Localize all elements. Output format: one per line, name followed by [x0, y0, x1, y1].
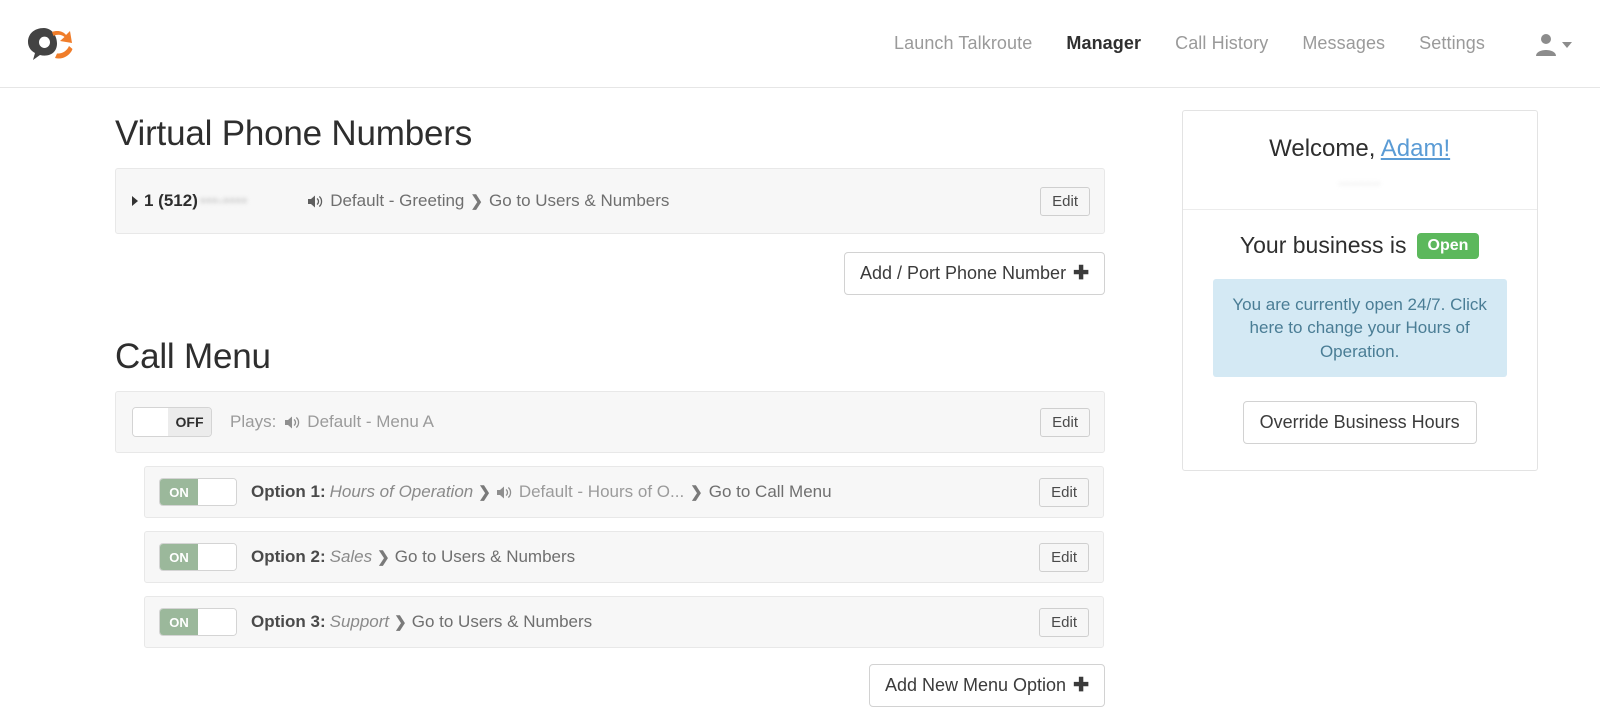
phone-number-route: Default - Greeting ❯ Go to Users & Numbe… — [307, 191, 669, 211]
override-business-hours-button[interactable]: Override Business Hours — [1242, 401, 1477, 445]
page-content: Virtual Phone Numbers 1 (512) •••-•••• D… — [0, 88, 1600, 707]
chevron-right-icon: ❯ — [478, 484, 491, 501]
business-status-label: Your business is — [1239, 232, 1407, 258]
plus-icon: ✚ — [1073, 263, 1089, 284]
call-menu-toggle-state: OFF — [168, 408, 211, 436]
phone-number-destination: Go to Users & Numbers — [488, 191, 670, 210]
talkroute-logo-icon — [28, 27, 73, 60]
chevron-right-icon: ❯ — [470, 193, 483, 210]
chevron-right-icon: ❯ — [394, 614, 407, 631]
welcome-sub-redacted: •••••••••• — [1338, 177, 1381, 191]
hours-of-operation-info[interactable]: You are currently open 24/7. Click here … — [1212, 279, 1507, 378]
nav-item-call-history[interactable]: Call History — [1175, 33, 1268, 54]
option-3-toggle-state: ON — [160, 609, 198, 635]
business-hours-section: Your business is Open You are currently … — [1183, 210, 1537, 470]
option-2-toggle-state: ON — [160, 544, 198, 570]
add-port-phone-number-button[interactable]: Add / Port Phone Number ✚ — [843, 252, 1105, 295]
chevron-right-icon: ❯ — [377, 549, 390, 566]
toggle-knob — [198, 544, 236, 570]
option-3-name: Support — [329, 612, 390, 631]
business-status-line: Your business is Open — [1197, 232, 1523, 259]
edit-option-1-button[interactable]: Edit — [1039, 477, 1089, 507]
welcome-panel: Welcome, Adam! •••••••••• Your business … — [1181, 110, 1538, 472]
add-phone-number-row: Add / Port Phone Number ✚ — [115, 252, 1105, 295]
edit-phone-number-button[interactable]: Edit — [1040, 186, 1090, 216]
welcome-header: Welcome, Adam! •••••••••• — [1182, 111, 1537, 210]
call-menu-toggle[interactable]: OFF — [132, 407, 212, 437]
welcome-prefix: Welcome, — [1269, 135, 1381, 162]
page-title-call-menu: Call Menu — [115, 337, 271, 376]
chevron-down-icon — [1562, 42, 1572, 48]
option-1-name: Hours of Operation — [329, 482, 474, 501]
option-2-name: Sales — [329, 547, 373, 566]
toggle-knob — [133, 408, 169, 436]
plays-label: Plays: — [230, 412, 277, 431]
main-column: Virtual Phone Numbers 1 (512) •••-•••• D… — [0, 88, 1156, 707]
option-3-label: Option 3: — [251, 612, 326, 631]
call-menu-option-row[interactable]: ON Option 3: Support ❯ Go to Users & Num… — [144, 596, 1104, 648]
add-menu-option-row: Add New Menu Option ✚ — [115, 664, 1105, 707]
option-3-destination: Go to Users & Numbers — [411, 612, 593, 631]
option-1-destination: Go to Call Menu — [708, 482, 832, 501]
phone-number-greeting: Default - Greeting — [330, 191, 465, 210]
sidebar-column: Welcome, Adam! •••••••••• Your business … — [1156, 88, 1574, 707]
option-2-toggle[interactable]: ON — [159, 543, 237, 571]
edit-option-3-button[interactable]: Edit — [1039, 607, 1089, 637]
nav-item-manager[interactable]: Manager — [1066, 33, 1141, 54]
option-1-greeting: Default - Hours of O... — [518, 482, 685, 501]
nav-item-settings[interactable]: Settings — [1419, 33, 1485, 54]
brand-logo[interactable] — [22, 22, 82, 66]
option-3-toggle[interactable]: ON — [159, 608, 237, 636]
add-new-menu-option-label: Add New Menu Option — [884, 675, 1067, 695]
speaker-icon — [308, 195, 323, 207]
call-menu-option-row[interactable]: ON Option 2: Sales ❯ Go to Users & Numbe… — [144, 531, 1104, 583]
toggle-knob — [198, 479, 236, 505]
triangle-right-icon[interactable] — [132, 196, 138, 206]
speaker-icon — [496, 486, 512, 498]
chevron-right-icon: ❯ — [690, 484, 703, 501]
plus-icon: ✚ — [1073, 675, 1089, 696]
page-title-virtual-phone-numbers: Virtual Phone Numbers — [115, 114, 473, 153]
call-menu-option-row[interactable]: ON Option 1: Hours of Operation ❯ Defaul… — [144, 466, 1104, 518]
phone-number-row[interactable]: 1 (512) •••-•••• Default - Greeting ❯ Go… — [115, 168, 1105, 234]
user-avatar-icon — [1536, 33, 1556, 56]
welcome-user-link[interactable]: Adam! — [1381, 135, 1450, 162]
call-menu-greeting: Default - Menu A — [307, 412, 434, 431]
phone-number-value: 1 (512) — [144, 191, 198, 210]
status-badge: Open — [1416, 232, 1480, 259]
option-1-toggle[interactable]: ON — [159, 478, 237, 506]
toggle-knob — [198, 609, 236, 635]
top-navigation-bar: Launch Talkroute Manager Call History Me… — [0, 0, 1600, 88]
account-menu[interactable] — [1533, 31, 1572, 57]
speaker-icon — [285, 416, 300, 428]
option-2-destination: Go to Users & Numbers — [394, 547, 576, 566]
option-2-label: Option 2: — [251, 547, 326, 566]
option-1-label: Option 1: — [251, 482, 326, 501]
nav-item-messages[interactable]: Messages — [1302, 33, 1385, 54]
call-menu-greeting-route: Default - Menu A — [284, 412, 434, 432]
add-port-phone-number-label: Add / Port Phone Number — [859, 263, 1067, 283]
add-new-menu-option-button[interactable]: Add New Menu Option ✚ — [868, 664, 1105, 707]
edit-call-menu-button[interactable]: Edit — [1040, 407, 1090, 437]
option-1-toggle-state: ON — [160, 479, 198, 505]
edit-option-2-button[interactable]: Edit — [1039, 542, 1089, 572]
phone-number-redacted: •••-•••• — [199, 191, 248, 210]
welcome-line: Welcome, Adam! — [1193, 135, 1527, 163]
option-1-route: Default - Hours of O... ❯ Go to Call Men… — [496, 482, 832, 502]
call-menu-main-row[interactable]: OFF Plays: Default - Menu A Edit — [115, 391, 1105, 453]
main-nav: Launch Talkroute Manager Call History Me… — [894, 31, 1572, 57]
nav-item-launch-talkroute[interactable]: Launch Talkroute — [894, 33, 1032, 54]
